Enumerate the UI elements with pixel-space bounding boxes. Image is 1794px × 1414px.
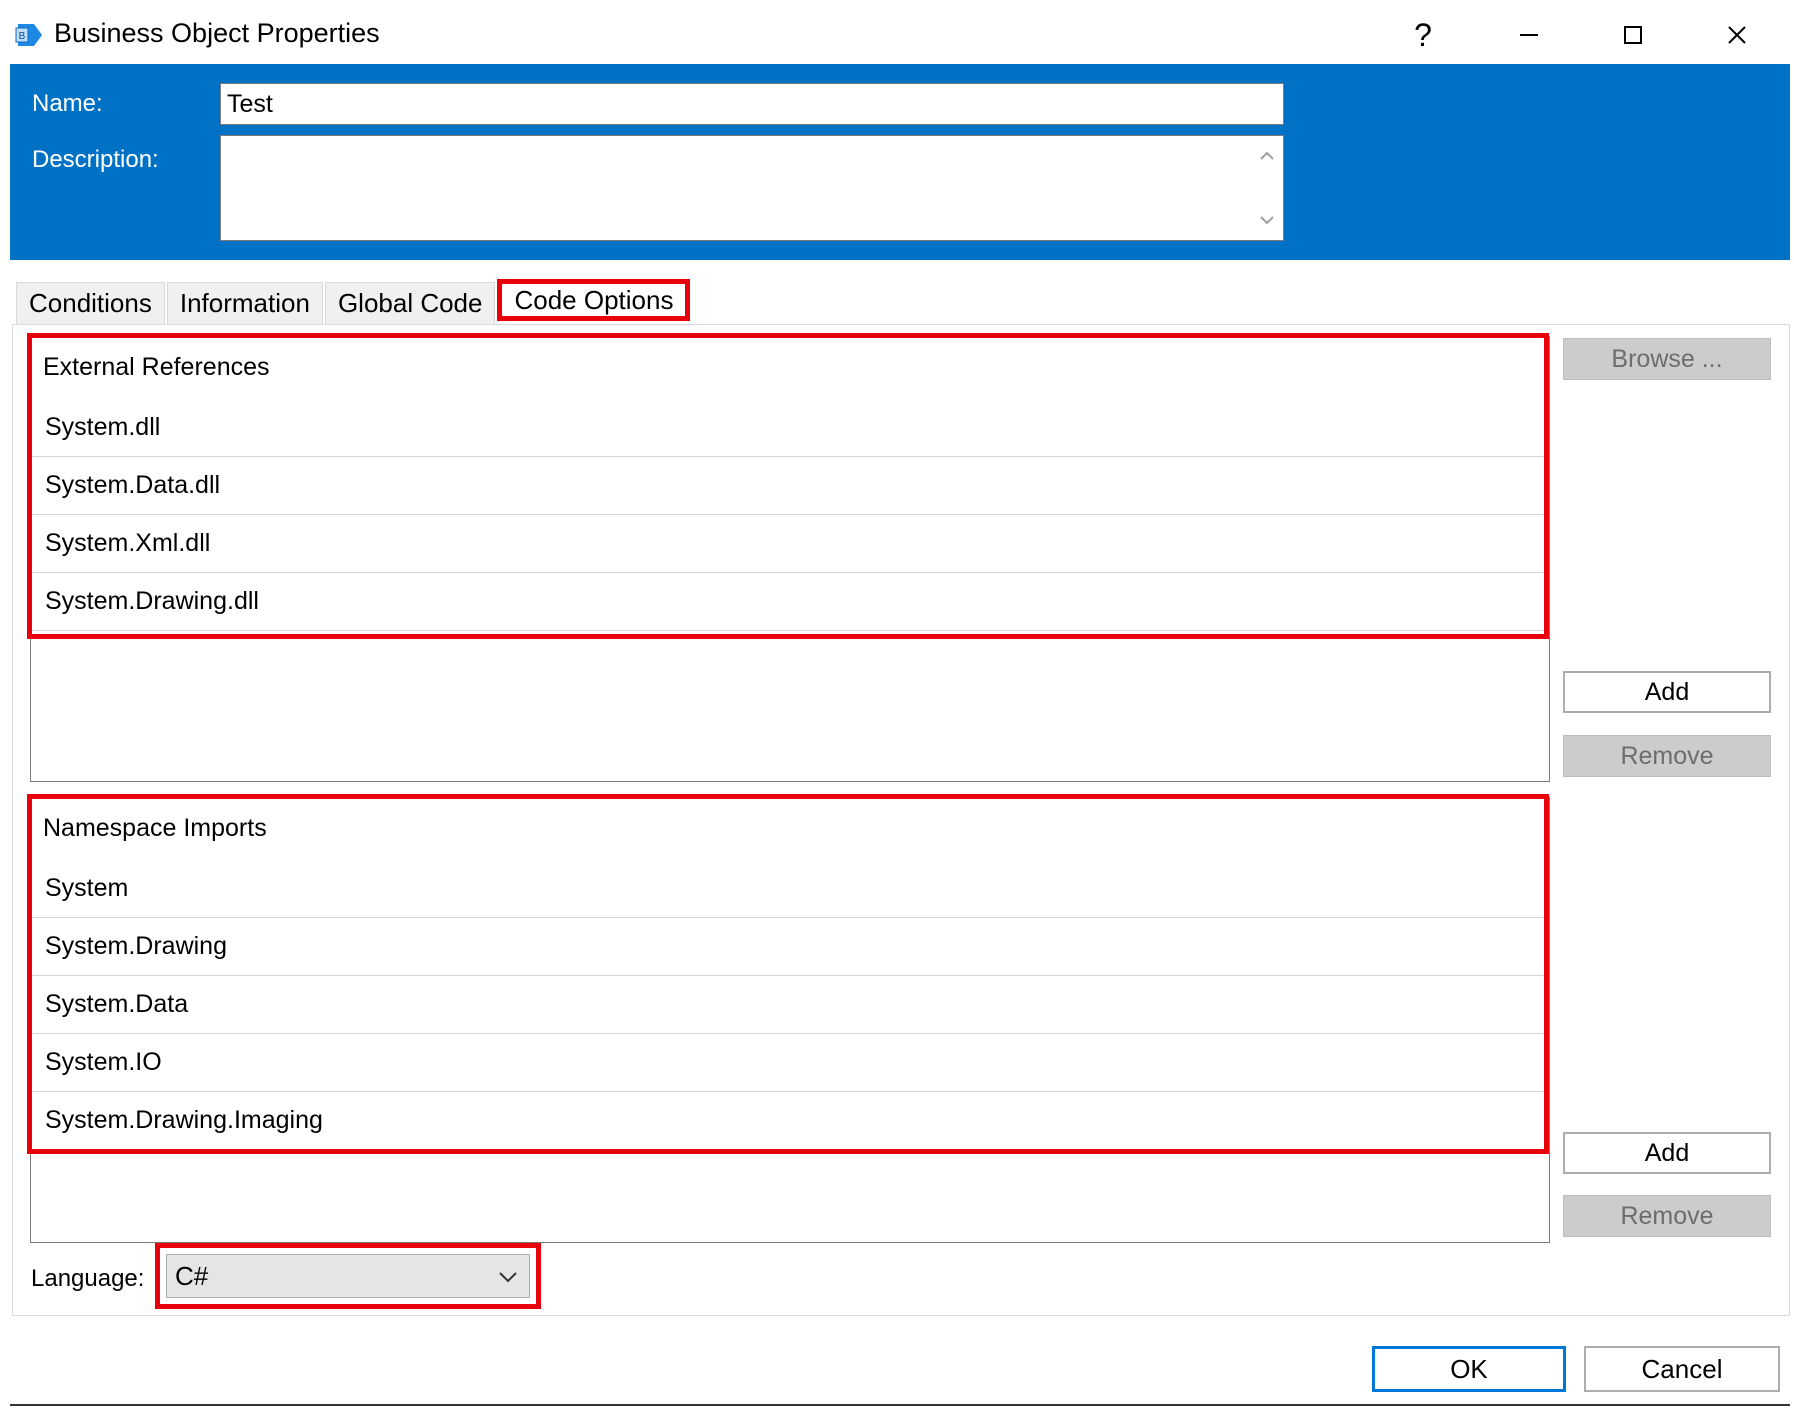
minimize-button[interactable] (1484, 10, 1574, 60)
external-references-header: External References (43, 353, 270, 381)
list-item[interactable]: System.Xml.dll (31, 515, 1549, 573)
description-input[interactable] (221, 136, 1251, 240)
maximize-icon (1624, 26, 1642, 44)
name-input[interactable] (220, 83, 1284, 125)
namespace-imports-rows: System System.Drawing System.Data System… (31, 860, 1549, 1150)
namespace-imports-header: Namespace Imports (43, 814, 267, 842)
list-item[interactable]: System.Drawing (31, 918, 1549, 976)
language-select[interactable]: C# (166, 1254, 530, 1298)
remove-namespace-button[interactable]: Remove (1563, 1195, 1771, 1237)
chevron-down-icon (499, 1272, 517, 1283)
language-highlight-box: C# (155, 1243, 541, 1309)
maximize-button[interactable] (1588, 10, 1678, 60)
external-references-rows: System.dll System.Data.dll System.Xml.dl… (31, 399, 1549, 631)
window-title: Business Object Properties (54, 18, 380, 48)
tab-conditions[interactable]: Conditions (16, 282, 165, 324)
properties-header: Name: Description: (10, 64, 1790, 260)
namespace-imports-list[interactable]: Namespace Imports System System.Drawing … (27, 794, 1550, 1243)
add-namespace-button[interactable]: Add (1563, 1132, 1771, 1174)
add-reference-button[interactable]: Add (1563, 671, 1771, 713)
description-box (220, 135, 1284, 241)
language-selected-value: C# (175, 1260, 209, 1291)
tab-strip: Conditions Information Global Code Code … (16, 279, 692, 324)
browse-button[interactable]: Browse ... (1563, 338, 1771, 380)
ok-button[interactable]: OK (1372, 1346, 1566, 1392)
close-icon (1728, 26, 1746, 44)
remove-reference-button[interactable]: Remove (1563, 735, 1771, 777)
code-options-panel: External References System.dll System.Da… (12, 324, 1790, 1316)
tab-global-code[interactable]: Global Code (324, 282, 496, 324)
tab-information[interactable]: Information (166, 282, 323, 324)
tab-code-options[interactable]: Code Options (497, 279, 691, 321)
svg-text:B: B (19, 31, 26, 42)
list-item[interactable]: System.dll (31, 399, 1549, 457)
title-bar: B Business Object Properties ? (0, 0, 1794, 64)
chevron-down-icon[interactable] (1257, 210, 1277, 230)
minimize-icon (1520, 34, 1538, 36)
list-item[interactable]: System.Drawing.Imaging (31, 1092, 1549, 1150)
list-item[interactable]: System.IO (31, 1034, 1549, 1092)
chevron-up-icon[interactable] (1257, 146, 1277, 166)
name-label: Name: (32, 90, 103, 117)
list-item[interactable]: System.Data (31, 976, 1549, 1034)
description-scrollbar[interactable] (1251, 136, 1283, 240)
list-item[interactable]: System (31, 860, 1549, 918)
external-references-list[interactable]: External References System.dll System.Da… (27, 333, 1550, 782)
business-object-app-icon: B (15, 24, 42, 46)
description-label: Description: (32, 146, 159, 173)
list-item[interactable]: System.Drawing.dll (31, 573, 1549, 631)
divider (10, 1404, 1790, 1406)
close-button[interactable] (1692, 10, 1782, 60)
cancel-button[interactable]: Cancel (1584, 1346, 1780, 1392)
language-label: Language: (31, 1265, 145, 1292)
help-button[interactable]: ? (1378, 10, 1468, 60)
list-item[interactable]: System.Data.dll (31, 457, 1549, 515)
